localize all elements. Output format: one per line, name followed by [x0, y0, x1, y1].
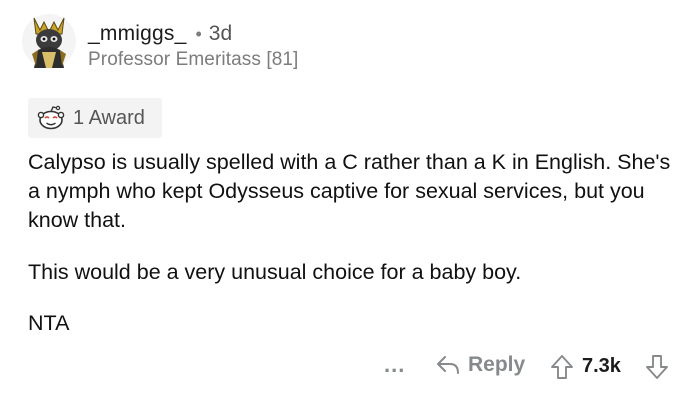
award-label: 1 Award — [73, 106, 145, 129]
username-line: _mmiggs_ • 3d — [88, 22, 298, 46]
meta-separator: • — [195, 24, 202, 44]
award-badge[interactable]: 1 Award — [28, 98, 162, 138]
comment-actions: ... Reply 7.3k — [0, 350, 700, 386]
comment-paragraph: This would be a very unusual choice for … — [28, 260, 522, 284]
comment-body: Calypso is usually spelled with a C rath… — [28, 148, 678, 361]
more-options-button[interactable]: ... — [384, 352, 405, 378]
avatar-icon — [22, 14, 76, 68]
reply-arrow-icon — [437, 356, 459, 374]
comment-paragraph: Calypso is usually spelled with a C rath… — [28, 150, 671, 232]
user-avatar[interactable] — [20, 10, 78, 70]
comment-paragraph: NTA — [28, 311, 70, 335]
comment-meta: _mmiggs_ • 3d Professor Emeritass [81] — [88, 22, 298, 71]
user-flair: Professor Emeritass [81] — [88, 49, 299, 70]
reply-button[interactable]: Reply — [436, 353, 525, 377]
award-face-icon — [37, 105, 65, 130]
comment-age[interactable]: 3d — [209, 22, 232, 46]
username-link[interactable]: _mmiggs_ — [88, 22, 186, 46]
comment: _mmiggs_ • 3d Professor Emeritass [81] 1… — [0, 0, 700, 400]
downvote-arrow-icon[interactable] — [645, 354, 669, 380]
reply-label: Reply — [468, 353, 526, 376]
vote-score: 7.3k — [582, 355, 621, 377]
upvote-arrow-icon[interactable] — [550, 354, 574, 380]
